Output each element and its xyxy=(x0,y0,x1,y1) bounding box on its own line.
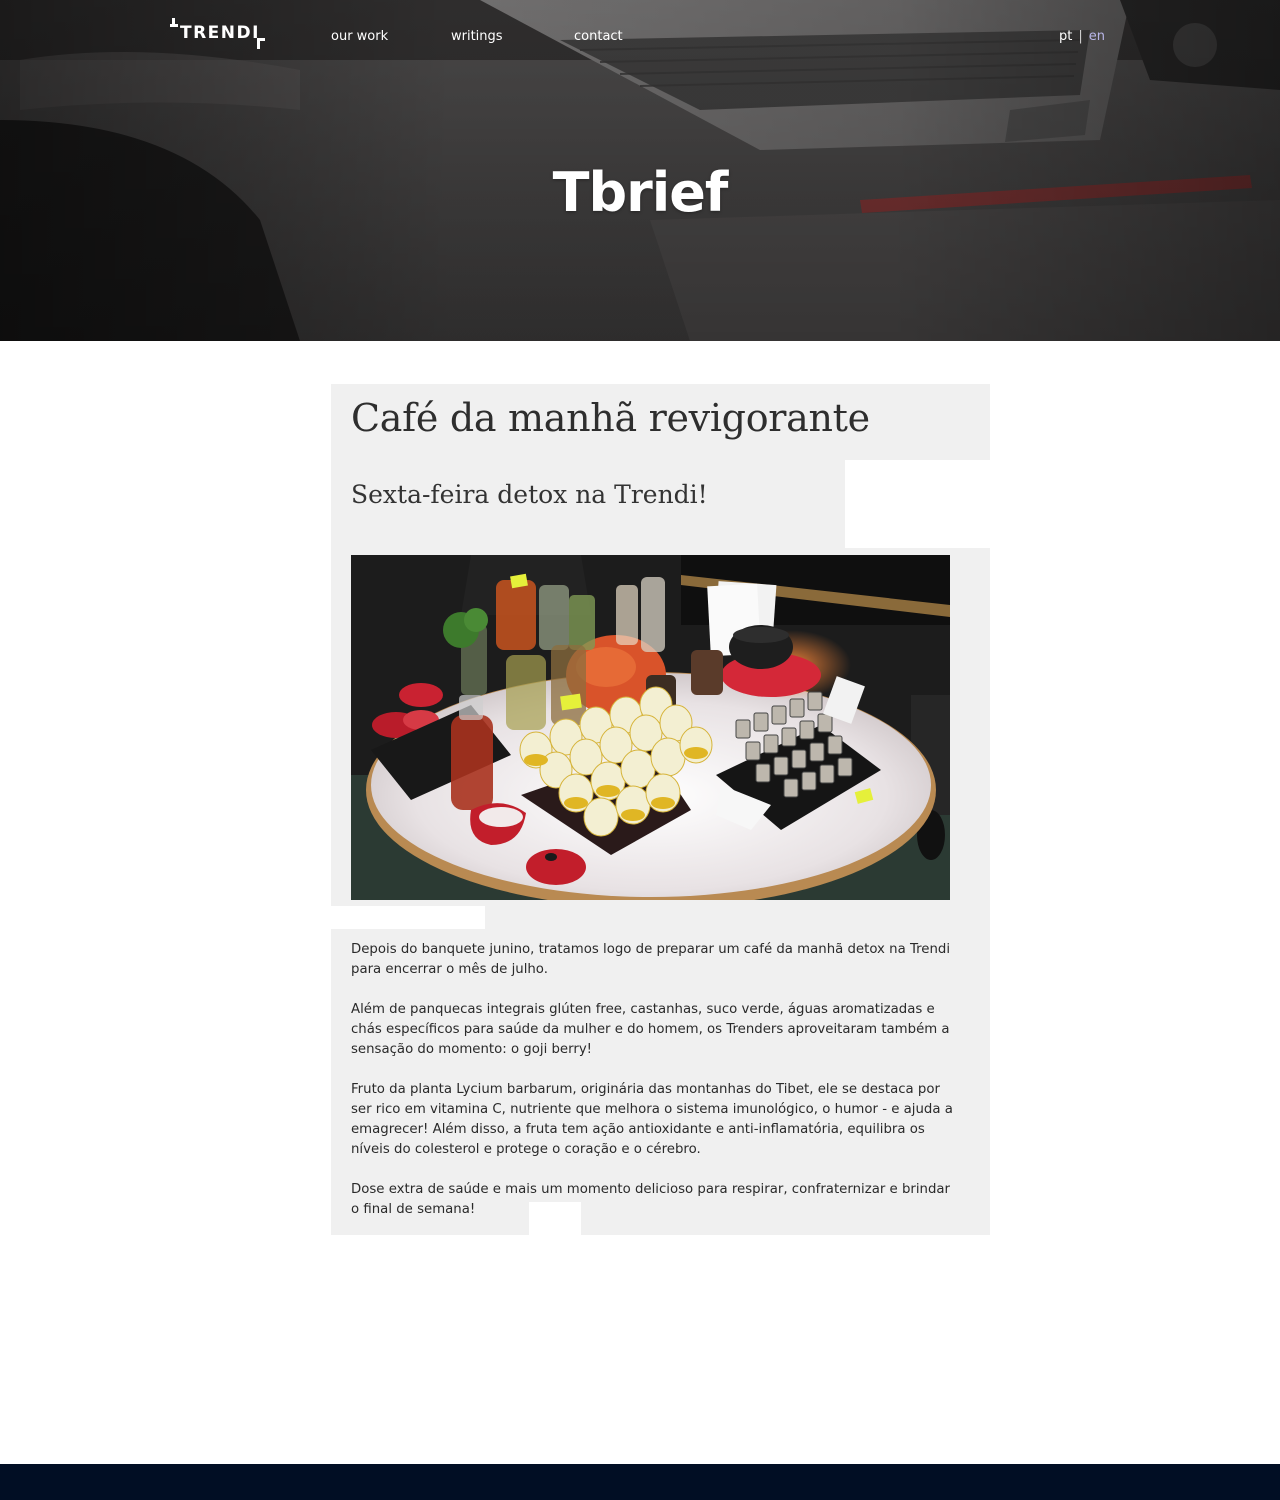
site-footer xyxy=(0,1464,1280,1500)
article-paragraph: Fruto da planta Lycium barbarum, originá… xyxy=(351,1082,953,1157)
article-subtitle: Sexta-feira detox na Trendi! xyxy=(351,480,708,509)
notch-top-right xyxy=(845,460,990,548)
article-body: Depois do banquete junino, tratamos logo… xyxy=(351,940,956,1240)
trendi-logo[interactable]: TRENDI xyxy=(170,18,265,52)
article-card: Café da manhã revigorante Sexta-feira de… xyxy=(331,384,990,1235)
language-switcher: pt | en xyxy=(1059,29,1105,45)
logo-corner-mark-top-h xyxy=(170,24,178,27)
logo-corner-mark-bottom-h xyxy=(257,38,265,41)
hero-title: Tbrief xyxy=(552,161,729,225)
article-paragraph: Além de panquecas integrais glúten free,… xyxy=(351,1002,950,1057)
hero-header: TRENDI our work writings contact pt | en T… xyxy=(0,0,1280,341)
article-title: Café da manhã revigorante xyxy=(351,396,870,440)
lang-separator: | xyxy=(1078,29,1083,44)
breakfast-table-photo xyxy=(351,555,950,900)
notch-under-photo xyxy=(331,906,485,929)
article-paragraph: Dose extra de saúde e mais um momento de… xyxy=(351,1182,951,1217)
article-paragraph: Depois do banquete junino, tratamos logo… xyxy=(351,942,951,977)
nav-our-work[interactable]: our work xyxy=(331,29,388,45)
nav-writings[interactable]: writings xyxy=(451,29,503,45)
logo-text: TRENDI xyxy=(180,23,260,43)
lang-pt-link[interactable]: pt xyxy=(1059,29,1072,44)
nav-contact[interactable]: contact xyxy=(574,29,623,45)
lang-en-link[interactable]: en xyxy=(1089,29,1105,44)
